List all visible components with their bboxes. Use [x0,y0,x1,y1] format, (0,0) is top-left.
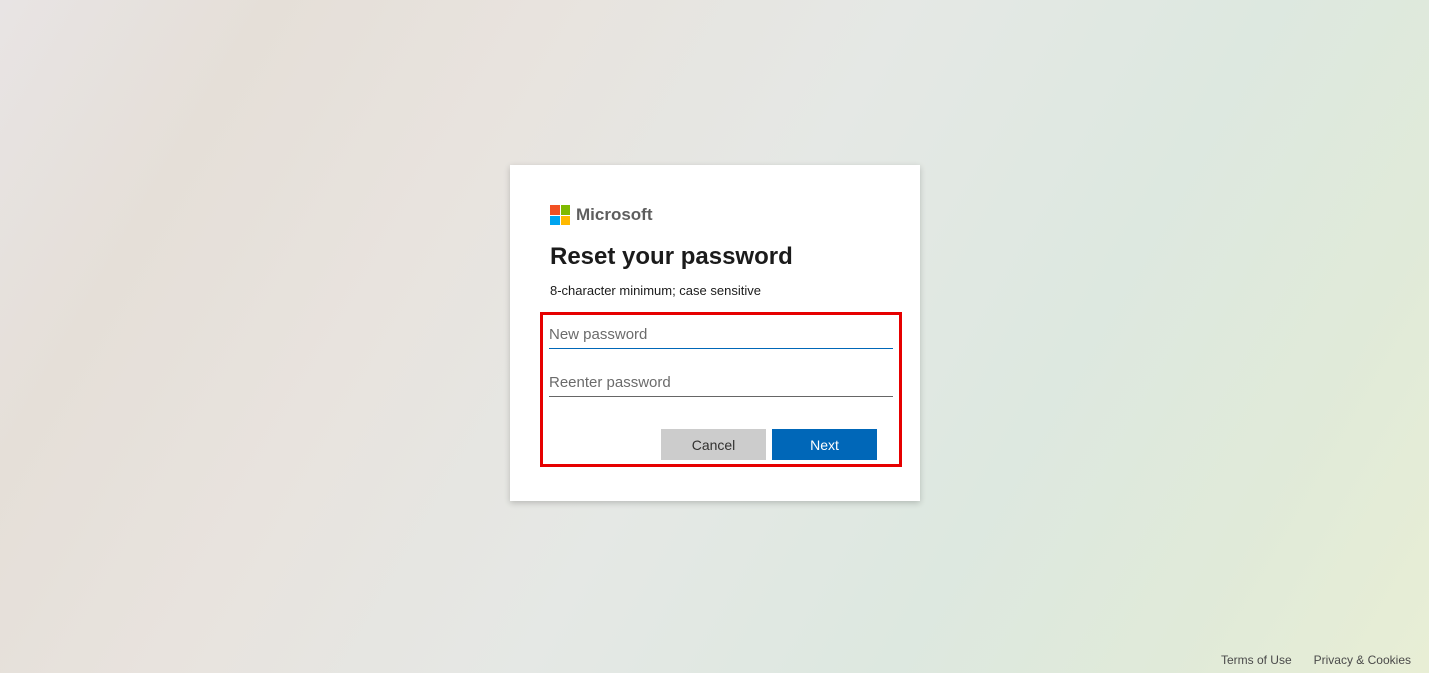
microsoft-logo-icon [550,205,570,225]
next-button[interactable]: Next [772,429,877,460]
cancel-button[interactable]: Cancel [661,429,766,460]
button-row: Cancel Next [549,429,893,460]
highlighted-form-area: Cancel Next [540,312,902,467]
privacy-cookies-link[interactable]: Privacy & Cookies [1314,653,1411,667]
reset-password-card: Microsoft Reset your password 8-characte… [510,165,920,501]
footer-links: Terms of Use Privacy & Cookies [1221,653,1411,667]
page-title: Reset your password [550,243,880,271]
brand-row: Microsoft [550,205,880,225]
new-password-input[interactable] [549,319,893,349]
reenter-password-input[interactable] [549,367,893,397]
terms-of-use-link[interactable]: Terms of Use [1221,653,1292,667]
brand-name: Microsoft [576,205,653,225]
password-requirements: 8-character minimum; case sensitive [550,283,880,298]
